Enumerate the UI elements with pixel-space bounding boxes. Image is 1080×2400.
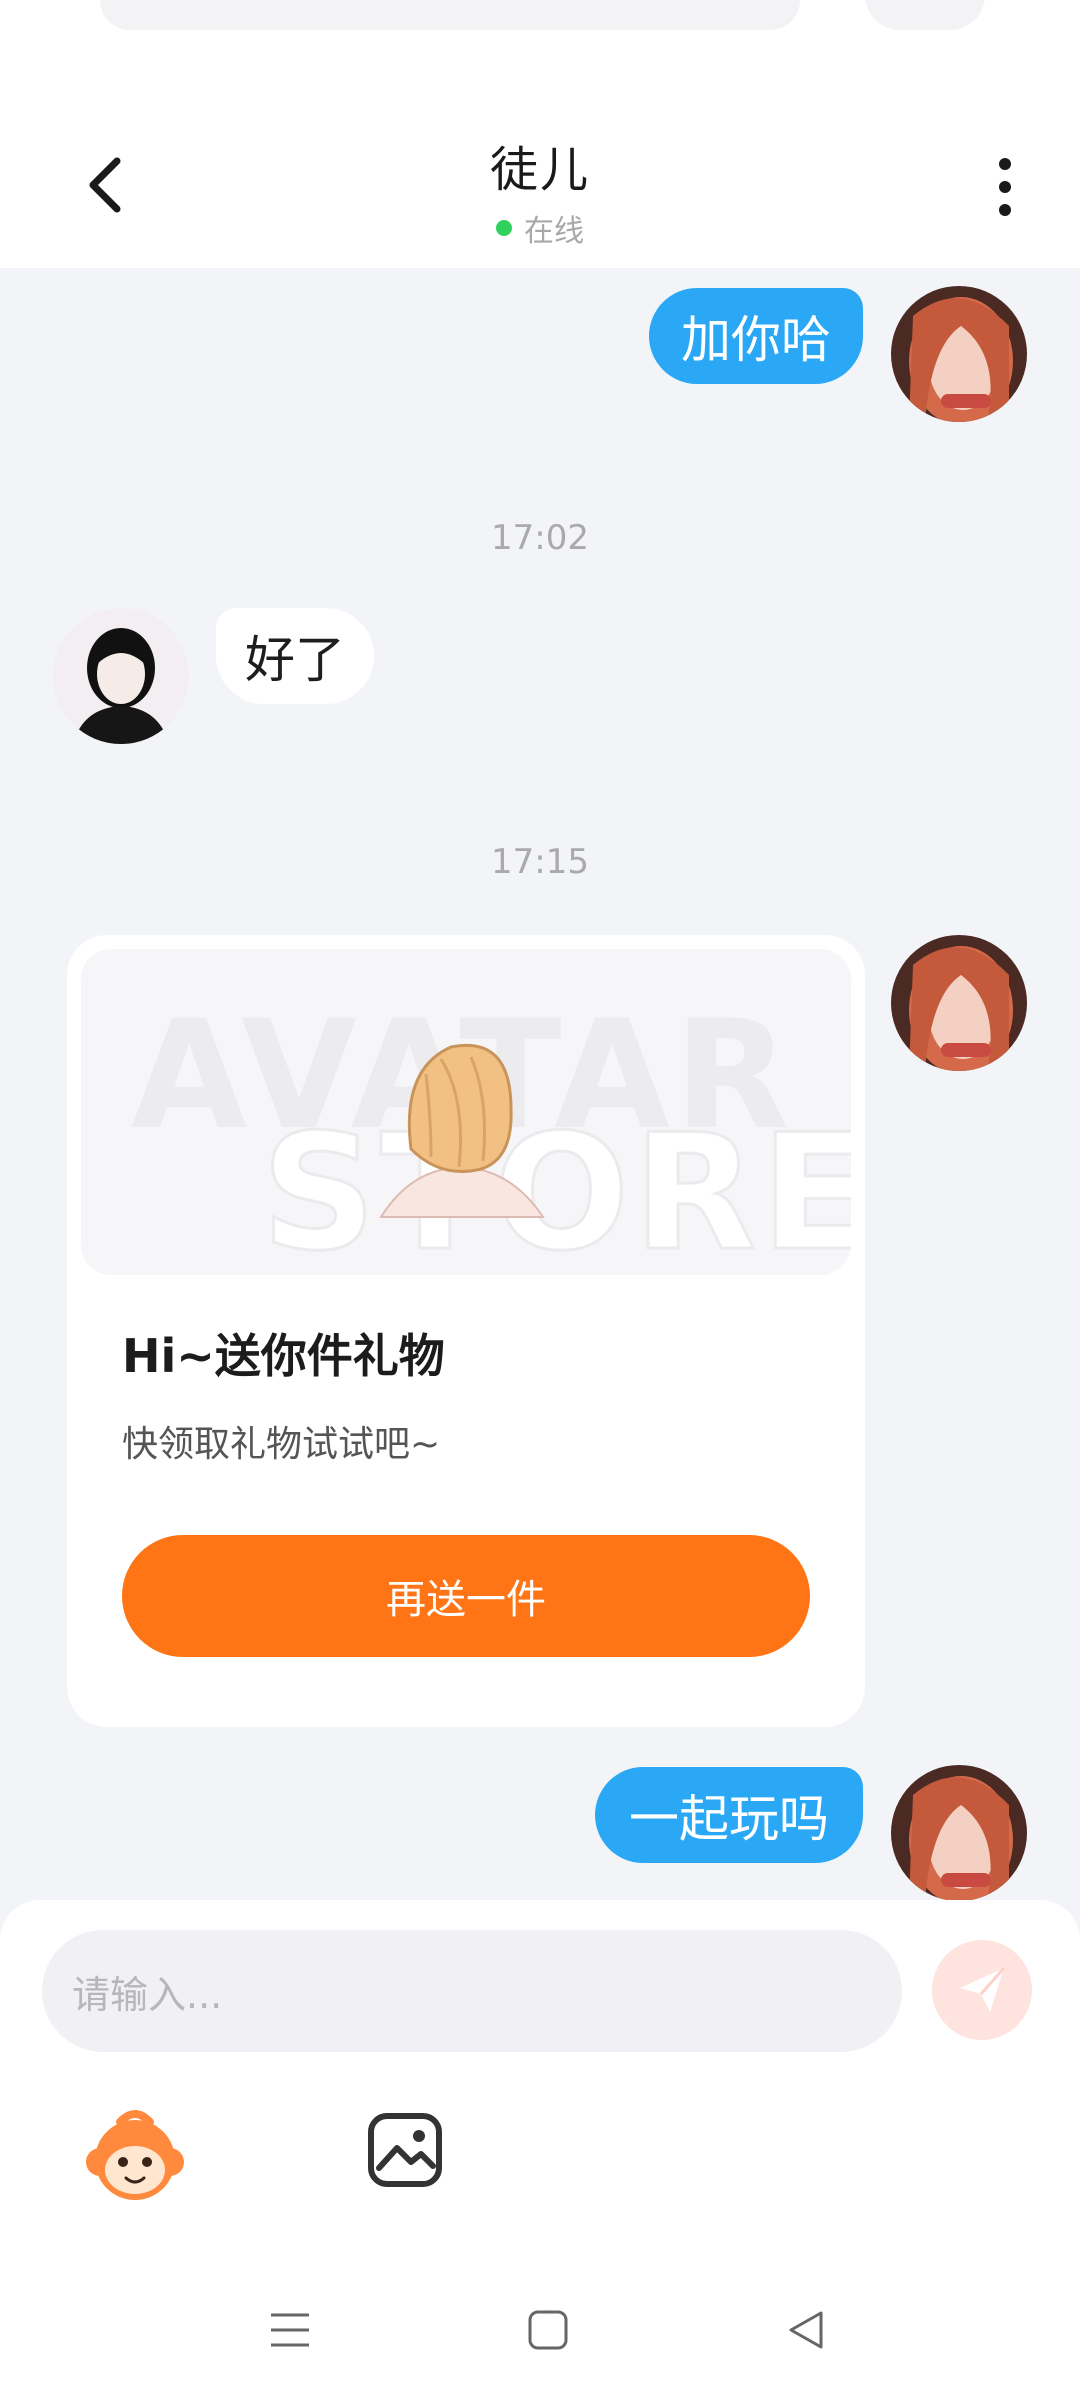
my-avatar[interactable] — [891, 286, 1027, 422]
send-paper-plane-icon — [960, 1967, 1006, 2012]
message-bubble-incoming[interactable]: 好了 — [216, 608, 374, 704]
message-bubble-outgoing[interactable]: 加你哈 — [649, 288, 863, 384]
avatar-photo-icon — [53, 608, 189, 744]
message-bubble-outgoing[interactable]: 一起玩吗 — [595, 1767, 863, 1863]
more-dot-icon — [999, 204, 1011, 216]
image-button[interactable] — [365, 2110, 445, 2190]
online-status: 在线 — [0, 206, 1080, 250]
gift-avatar-hair-icon — [379, 1043, 545, 1218]
timestamp: 17:02 — [491, 518, 589, 558]
avatar-photo-icon — [891, 935, 1027, 1071]
contact-avatar[interactable] — [53, 608, 189, 744]
back-triangle-icon — [789, 2311, 823, 2349]
menu-icon — [271, 2313, 309, 2347]
image-icon — [368, 2113, 442, 2187]
my-avatar[interactable] — [891, 1765, 1027, 1901]
gift-title: Hi~送你件礼物 — [122, 1329, 445, 1383]
online-status-text: 在线 — [524, 214, 584, 249]
send-button[interactable] — [932, 1940, 1032, 2040]
watermark-text: STORE — [260, 1098, 851, 1276]
more-dot-icon — [999, 158, 1011, 170]
gift-subtitle: 快领取礼物试试吧~ — [122, 1424, 441, 1465]
more-dot-icon — [999, 181, 1011, 193]
online-dot-icon — [496, 220, 512, 236]
more-options-button[interactable] — [985, 152, 1025, 222]
status-bar — [0, 0, 1080, 80]
recent-apps-button[interactable] — [260, 2300, 320, 2360]
timestamp: 17:15 — [491, 842, 589, 882]
emoji-button[interactable] — [80, 2100, 190, 2210]
home-button[interactable] — [518, 2300, 578, 2360]
chat-header: 徒儿 在线 — [0, 80, 1080, 268]
avatar-photo-icon — [891, 286, 1027, 422]
status-bar-pill — [100, 0, 800, 30]
avatar-photo-icon — [891, 1765, 1027, 1901]
system-nav-bar — [0, 2260, 1080, 2400]
gift-card[interactable]: AVATAR STORE Hi~送你件礼物 快领取礼物试试吧~ 再送一件 — [67, 935, 865, 1727]
home-square-icon — [528, 2310, 568, 2350]
contact-name: 徒儿 — [489, 142, 590, 198]
my-avatar[interactable] — [891, 935, 1027, 1071]
gift-banner: AVATAR STORE — [81, 949, 851, 1275]
send-another-gift-button[interactable]: 再送一件 — [122, 1535, 810, 1657]
back-system-button[interactable] — [776, 2300, 836, 2360]
status-bar-indicator — [865, 0, 985, 30]
emoji-mascot-icon — [86, 2110, 184, 2200]
message-input[interactable]: 请输入... — [42, 1930, 902, 2052]
